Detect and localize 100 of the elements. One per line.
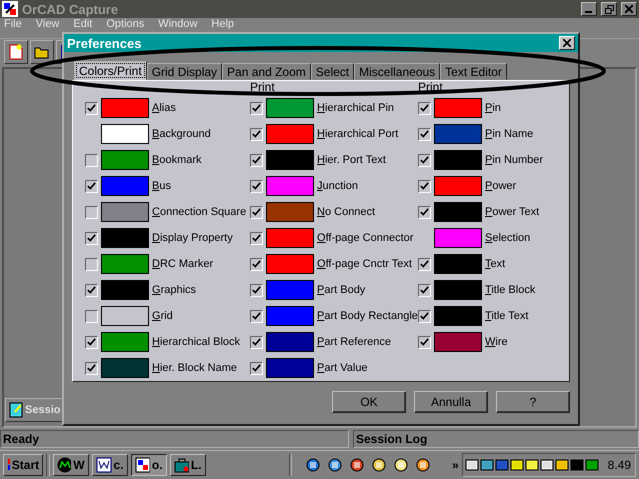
print-checkbox[interactable]	[85, 102, 98, 114]
taskbar-button[interactable]: c.	[92, 454, 128, 476]
color-swatch[interactable]	[266, 202, 314, 222]
tab[interactable]: Select	[310, 63, 354, 80]
quick-launch-icon[interactable]	[392, 457, 409, 473]
color-swatch[interactable]	[101, 98, 149, 118]
color-swatch[interactable]	[434, 98, 482, 118]
tab[interactable]: Grid Display	[146, 63, 222, 80]
print-checkbox[interactable]	[250, 362, 263, 374]
menu-item[interactable]: View	[36, 18, 60, 30]
print-checkbox[interactable]	[418, 128, 431, 140]
color-swatch[interactable]	[101, 150, 149, 170]
print-checkbox[interactable]	[250, 180, 263, 192]
print-checkbox[interactable]	[85, 206, 98, 218]
dialog-button[interactable]: OK	[332, 391, 406, 413]
dialog-button[interactable]: Annulla	[414, 391, 488, 413]
color-swatch[interactable]	[434, 280, 482, 300]
tab[interactable]: Pan and Zoom	[222, 63, 311, 80]
start-button[interactable]: Start	[3, 454, 44, 476]
print-checkbox[interactable]	[85, 258, 98, 270]
dialog-button[interactable]: ?	[496, 391, 570, 413]
menu-item[interactable]: File	[4, 18, 22, 30]
print-checkbox[interactable]	[250, 336, 263, 348]
print-checkbox[interactable]	[418, 336, 431, 348]
color-swatch[interactable]	[266, 358, 314, 378]
color-swatch[interactable]	[266, 254, 314, 274]
taskbar-button[interactable]: L.	[170, 454, 206, 476]
tab[interactable]: Colors/Print	[74, 61, 147, 80]
color-swatch[interactable]	[101, 358, 149, 378]
quick-launch-icon[interactable]	[348, 457, 365, 473]
color-swatch[interactable]	[101, 332, 149, 352]
quick-launch-icon[interactable]	[326, 457, 343, 473]
taskbar-button[interactable]: W	[52, 454, 89, 476]
print-checkbox[interactable]	[250, 310, 263, 322]
color-swatch[interactable]	[266, 228, 314, 248]
tray-icon[interactable]	[584, 458, 599, 472]
quick-launch-icon[interactable]	[414, 457, 431, 473]
new-file-button[interactable]	[4, 40, 28, 64]
print-checkbox[interactable]	[250, 284, 263, 296]
tray-icon[interactable]	[540, 458, 554, 472]
color-swatch[interactable]	[101, 228, 149, 248]
print-checkbox[interactable]	[85, 232, 98, 244]
color-swatch[interactable]	[434, 202, 482, 222]
menu-item[interactable]: Help	[211, 18, 234, 30]
print-checkbox[interactable]	[418, 258, 431, 270]
print-checkbox[interactable]	[85, 362, 98, 374]
print-checkbox[interactable]	[250, 102, 263, 114]
taskbar-button[interactable]: o.	[130, 454, 167, 476]
print-checkbox[interactable]	[85, 180, 98, 192]
tray-icon[interactable]	[554, 458, 569, 472]
color-swatch[interactable]	[266, 176, 314, 196]
quick-launch-icon[interactable]	[370, 457, 387, 473]
restore-button[interactable]	[601, 2, 617, 16]
print-checkbox[interactable]	[250, 206, 263, 218]
color-swatch[interactable]	[266, 124, 314, 144]
color-swatch[interactable]	[101, 124, 149, 144]
minimize-button[interactable]	[581, 2, 597, 16]
print-checkbox[interactable]	[418, 180, 431, 192]
color-swatch[interactable]	[101, 254, 149, 274]
print-checkbox[interactable]	[85, 284, 98, 296]
color-swatch[interactable]	[266, 150, 314, 170]
print-checkbox[interactable]	[250, 258, 263, 270]
print-checkbox[interactable]	[418, 310, 431, 322]
more-chevron[interactable]: »	[452, 458, 459, 472]
quick-launch-icon[interactable]	[304, 457, 321, 473]
print-checkbox[interactable]	[418, 154, 431, 166]
color-swatch[interactable]	[101, 306, 149, 326]
color-swatch[interactable]	[434, 306, 482, 326]
menu-item[interactable]: Options	[106, 18, 144, 30]
print-checkbox[interactable]	[418, 206, 431, 218]
menu-item[interactable]: Edit	[73, 18, 92, 30]
open-button[interactable]	[30, 40, 54, 64]
color-swatch[interactable]	[434, 150, 482, 170]
color-swatch[interactable]	[434, 176, 482, 196]
tray-icon[interactable]	[510, 458, 524, 472]
tab[interactable]: Miscellaneous	[354, 63, 440, 80]
print-checkbox[interactable]	[85, 154, 98, 166]
color-swatch[interactable]	[434, 228, 482, 248]
print-checkbox[interactable]	[250, 154, 263, 166]
tray-icon[interactable]	[480, 458, 494, 472]
color-swatch[interactable]	[434, 332, 482, 352]
print-checkbox[interactable]	[418, 102, 431, 114]
color-swatch[interactable]	[266, 306, 314, 326]
print-checkbox[interactable]	[250, 232, 263, 244]
color-swatch[interactable]	[266, 98, 314, 118]
print-checkbox[interactable]	[250, 128, 263, 140]
color-swatch[interactable]	[266, 280, 314, 300]
color-swatch[interactable]	[101, 202, 149, 222]
menu-item[interactable]: Window	[158, 18, 198, 30]
color-swatch[interactable]	[101, 176, 149, 196]
print-checkbox[interactable]	[85, 310, 98, 322]
tray-icon[interactable]	[524, 458, 539, 472]
color-swatch[interactable]	[101, 280, 149, 300]
print-checkbox[interactable]	[85, 336, 98, 348]
color-swatch[interactable]	[434, 124, 482, 144]
color-swatch[interactable]	[434, 254, 482, 274]
tab[interactable]: Text Editor	[440, 63, 507, 80]
print-checkbox[interactable]	[418, 284, 431, 296]
color-swatch[interactable]	[266, 332, 314, 352]
close-button[interactable]	[621, 2, 637, 16]
